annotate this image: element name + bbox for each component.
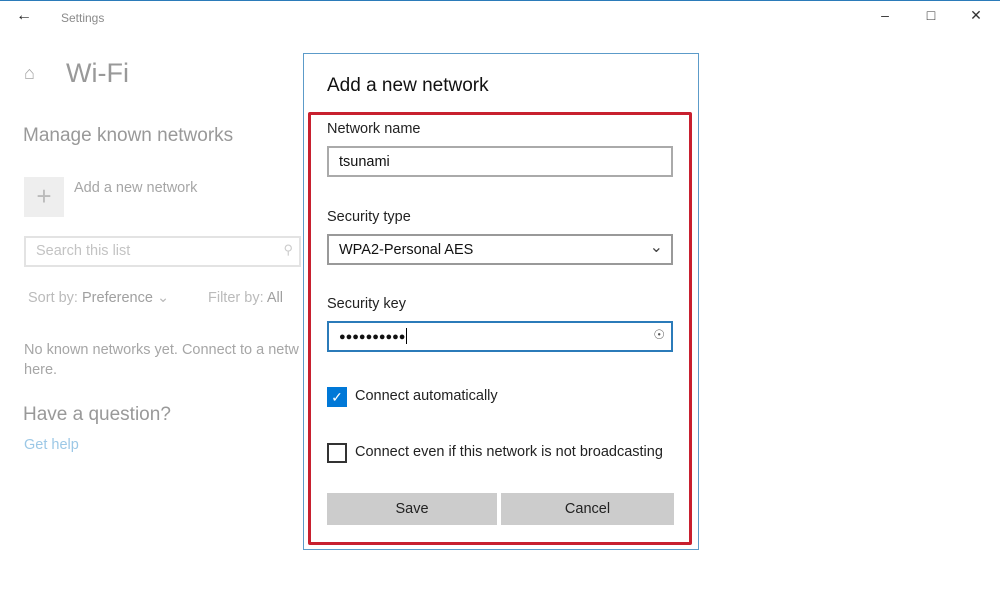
dialog-title: Add a new network xyxy=(327,75,489,96)
network-name-label: Network name xyxy=(327,121,421,137)
connect-hidden-label[interactable]: Connect even if this network is not broa… xyxy=(355,444,663,460)
filter-dropdown[interactable]: Filter by: All xyxy=(208,290,283,306)
plus-icon: + xyxy=(36,181,52,211)
search-placeholder: Search this list xyxy=(36,243,131,259)
close-button[interactable]: ✕ xyxy=(966,7,986,27)
minimize-button[interactable]: – xyxy=(875,7,895,27)
add-network-button[interactable]: + xyxy=(24,177,64,217)
network-name-input[interactable]: tsunami xyxy=(327,146,673,177)
chevron-down-icon: ⌄ xyxy=(156,290,170,306)
page-title: Wi-Fi xyxy=(66,58,129,88)
cancel-button[interactable]: Cancel xyxy=(501,493,674,525)
window-title: Settings xyxy=(61,11,105,25)
checkmark-icon: ✓ xyxy=(331,389,343,405)
security-type-label: Security type xyxy=(327,209,411,225)
security-type-select[interactable]: WPA2-Personal AES ⌄ xyxy=(327,234,673,265)
add-network-label[interactable]: Add a new network xyxy=(74,180,197,196)
security-type-value: WPA2-Personal AES xyxy=(339,242,474,258)
chevron-down-icon: ⌄ xyxy=(649,239,663,256)
security-key-label: Security key xyxy=(327,296,406,312)
filter-label: Filter by: xyxy=(208,290,264,306)
filter-value: All xyxy=(266,290,283,306)
save-button[interactable]: Save xyxy=(327,493,497,525)
security-key-value: ●●●●●●●●●● xyxy=(339,331,406,343)
search-input[interactable]: Search this list ⚲ xyxy=(24,236,301,267)
sort-value: Preference xyxy=(82,290,153,306)
search-icon: ⚲ xyxy=(283,242,293,257)
section-heading: Manage known networks xyxy=(23,125,234,146)
connect-hidden-checkbox[interactable] xyxy=(327,443,347,463)
back-button[interactable]: ← xyxy=(16,7,32,25)
get-help-link[interactable]: Get help xyxy=(24,437,79,453)
home-icon[interactable]: ⌂ xyxy=(24,63,35,84)
sort-label: Sort by: xyxy=(28,290,78,306)
connect-automatically-label[interactable]: Connect automatically xyxy=(355,388,498,404)
reveal-password-icon[interactable]: ☉ xyxy=(653,327,665,343)
sort-dropdown[interactable]: Sort by: Preference ⌄ xyxy=(28,290,169,306)
maximize-button[interactable]: □ xyxy=(921,7,941,27)
question-heading: Have a question? xyxy=(23,404,171,425)
security-key-input[interactable]: ●●●●●●●●●● ☉ xyxy=(327,321,673,352)
empty-text: No known networks yet. Connect to a netw… xyxy=(24,342,299,378)
connect-automatically-checkbox[interactable]: ✓ xyxy=(327,387,347,407)
